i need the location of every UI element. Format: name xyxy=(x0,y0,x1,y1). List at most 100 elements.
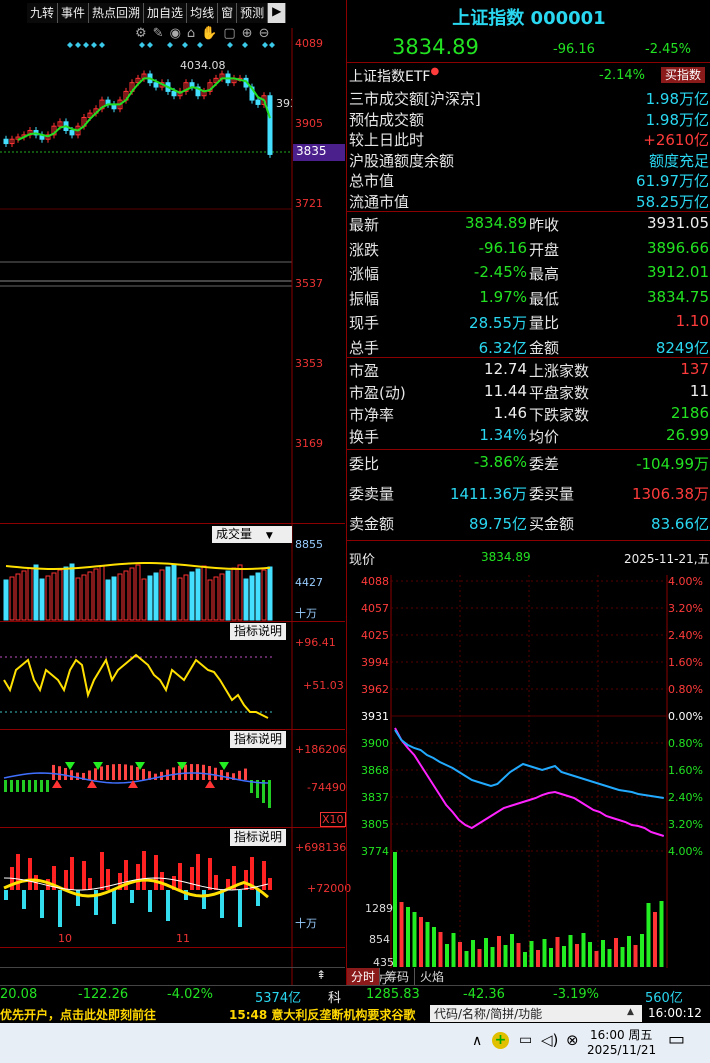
stats-label: 市净率 xyxy=(349,406,395,424)
intraday-price-label: 3900 xyxy=(361,737,389,750)
macd-bar xyxy=(46,780,49,792)
price-label: 3721 xyxy=(295,197,323,210)
up-signal-arrow xyxy=(205,780,215,788)
intraday-vol-label: 854 xyxy=(369,933,390,946)
ind3-bar xyxy=(166,890,170,921)
scroll-top-icon[interactable]: ⇞ xyxy=(316,968,326,982)
volume-bar xyxy=(237,564,243,621)
tab-chouma[interactable]: 筹码 xyxy=(379,968,414,985)
order-value: -104.99万 xyxy=(636,455,709,473)
indicator-help-button[interactable]: 指标说明 xyxy=(230,829,287,846)
quote-value: 3834.89 xyxy=(464,214,527,232)
market-value: 1.98万亿 xyxy=(645,110,709,129)
intraday-price-label: 4088 xyxy=(361,575,389,588)
quote-value: -96.16 xyxy=(478,238,527,257)
macd-bar xyxy=(10,780,13,792)
volume-bar xyxy=(141,578,147,621)
intraday-volume-bar xyxy=(510,934,514,967)
notification-icon[interactable]: ▭ xyxy=(668,1029,685,1050)
macd-bar xyxy=(76,772,79,780)
market-value: 61.97万亿 xyxy=(636,172,709,190)
signal-diamond xyxy=(269,42,275,48)
ticker-news[interactable]: 15:48 意大利反垄断机构要求谷歌 xyxy=(229,1006,429,1023)
intraday-volume-bar xyxy=(594,951,599,967)
intraday-volume-bar xyxy=(536,950,540,967)
stats-value: 12.74 xyxy=(484,360,527,378)
ind3-bar xyxy=(256,890,260,906)
taskbar-time[interactable]: 16:00 周五 xyxy=(590,1026,652,1043)
quote-label: 总手 xyxy=(349,338,380,357)
candle-body xyxy=(267,95,273,155)
order-label: 委比 xyxy=(349,455,380,473)
volume-bar xyxy=(27,567,33,621)
status-value: -3.19% xyxy=(553,987,599,1002)
quote-value: 1.97% xyxy=(479,287,527,306)
intraday-chart xyxy=(390,575,668,968)
indicator-help-button[interactable]: 指标说明 xyxy=(230,623,287,640)
header-change: -96.16 xyxy=(553,42,595,57)
signal-diamond xyxy=(67,42,73,48)
signal-diamond xyxy=(227,42,233,48)
volume-indicator-select[interactable]: 成交量 ▼ xyxy=(212,526,292,543)
dropdown-icon[interactable]: ▲ xyxy=(627,1007,634,1017)
month-label: 11 xyxy=(176,932,190,945)
ind3-bar xyxy=(130,890,134,903)
indicator-help-button[interactable]: 指标说明 xyxy=(230,731,287,748)
windows-taskbar: ∧ + ▭ ◁) ⊗ 16:00 周五 2025/11/21 ▭ xyxy=(0,1023,710,1063)
volume-bar xyxy=(99,565,105,621)
network-icon[interactable]: ▭ xyxy=(519,1032,532,1048)
macd-bar xyxy=(190,764,193,780)
ind1-label: +96.41 xyxy=(295,636,336,649)
volume-select-label: 成交量 xyxy=(216,527,253,541)
tab-fenshi[interactable]: 分时 xyxy=(347,968,380,985)
ticker-promo[interactable]: 优先开户，点击此处即刻前往 xyxy=(0,1006,156,1023)
ind3-bar xyxy=(244,870,248,890)
signal-diamond xyxy=(167,42,173,48)
ind3-bar xyxy=(70,857,74,890)
quote-row: 总手 6.32亿 金额 8249亿 xyxy=(347,337,710,358)
close-circle-icon[interactable]: ⊗ xyxy=(566,1031,579,1049)
market-value: 额度充足 xyxy=(648,151,709,170)
market-label: 总市值 xyxy=(349,172,395,190)
right-annotation: 393 xyxy=(276,97,292,110)
ind3-bar xyxy=(64,870,68,890)
volume-bar xyxy=(129,567,135,621)
stats-label: 上涨家数 xyxy=(529,362,590,380)
order-value: 89.75亿 xyxy=(469,515,527,533)
search-input[interactable]: 代码/名称/简拼/功能 xyxy=(430,1005,642,1022)
signal-diamond xyxy=(197,42,203,48)
tab-huoyan[interactable]: 火焰 xyxy=(414,968,449,985)
chevron-up-icon[interactable]: ∧ xyxy=(472,1033,482,1049)
ind3-bar xyxy=(58,890,62,927)
x10-badge[interactable]: X10 xyxy=(320,812,346,827)
intraday-volume-bar xyxy=(640,934,644,967)
signal-diamond xyxy=(242,42,248,48)
quote-row: 最新 3834.89 昨收 3931.05 xyxy=(347,214,710,235)
quote-label: 涨幅 xyxy=(349,265,380,283)
volume-bar xyxy=(165,566,171,621)
volume-bar xyxy=(249,575,255,621)
intraday-price-label: 3962 xyxy=(361,683,389,696)
quote-label: 最新 xyxy=(349,216,380,234)
intraday-volume-bar xyxy=(412,912,417,967)
signal-diamond xyxy=(147,42,153,48)
volume-label: 4427 xyxy=(295,576,323,589)
volume-bar xyxy=(171,563,177,621)
taskbar-date[interactable]: 2025/11/21 xyxy=(587,1043,656,1057)
volume-icon[interactable]: ◁) xyxy=(541,1031,558,1049)
intraday-volume-bar xyxy=(575,944,579,967)
app-tray-icon[interactable]: + xyxy=(492,1032,509,1049)
order-value: -3.86% xyxy=(473,453,527,471)
clock: 16:00:12 xyxy=(648,1006,702,1020)
quote-label: 涨跌 xyxy=(349,240,380,259)
order-label: 委卖量 xyxy=(349,485,395,503)
macd-bar xyxy=(184,764,187,780)
buy-index-button[interactable]: 买指数 xyxy=(661,67,706,83)
ind3-bar xyxy=(82,861,86,890)
volume-bar xyxy=(81,574,87,621)
etf-label: 上证指数ETF● xyxy=(349,66,439,86)
intraday-volume-bar xyxy=(432,927,436,967)
dot-icon: ● xyxy=(430,66,440,77)
macd-bar xyxy=(52,764,55,780)
candle-body xyxy=(255,99,261,105)
